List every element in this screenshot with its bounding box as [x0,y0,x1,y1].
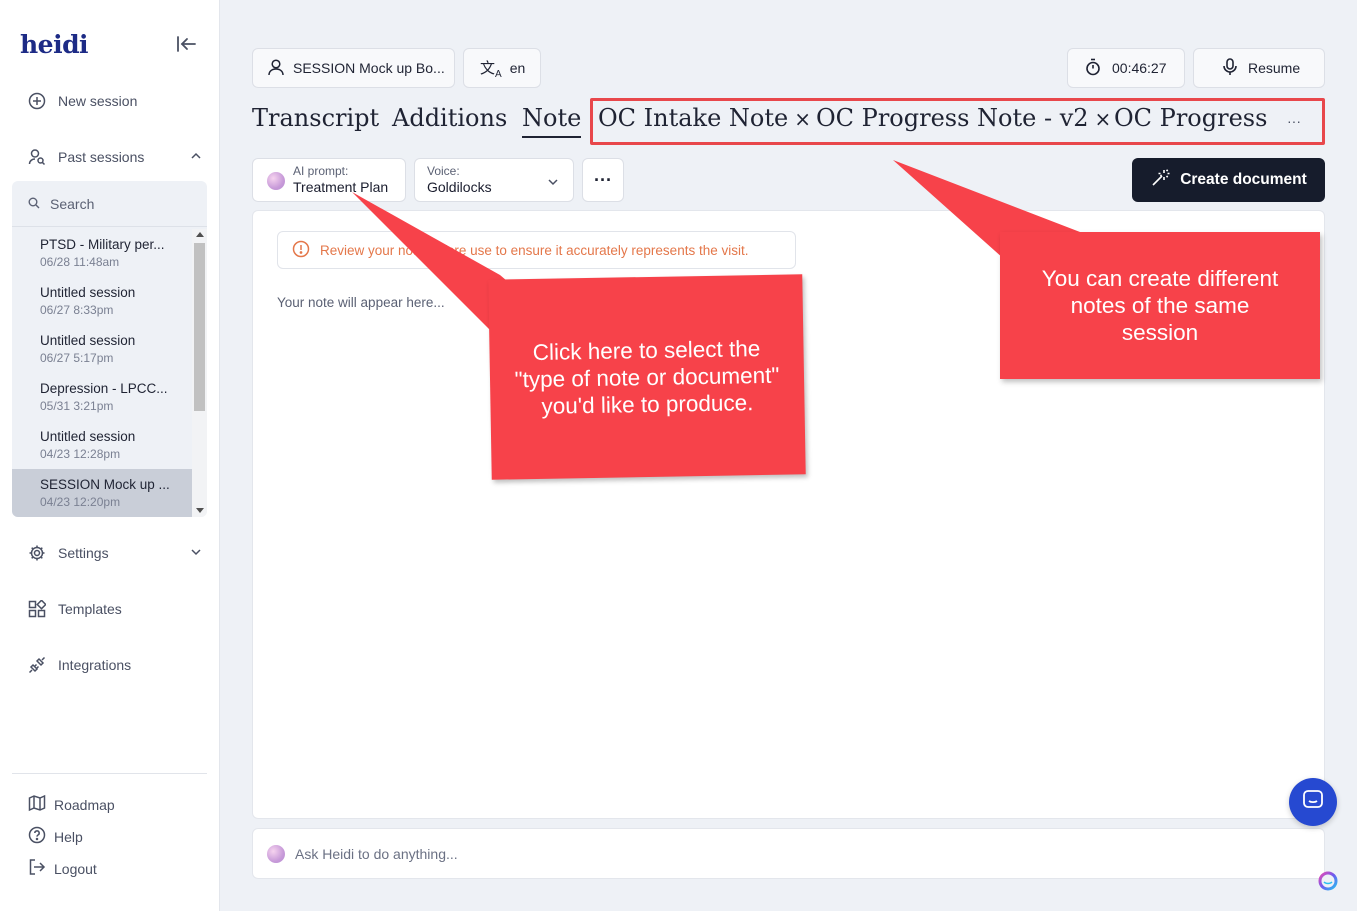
timer-display: 00:46:27 [1067,48,1185,88]
user-icon [267,58,285,79]
timer-value: 00:46:27 [1112,60,1167,76]
tabs-highlight-box [590,98,1325,145]
new-session-button[interactable]: New session [28,92,137,110]
new-session-label: New session [58,93,138,109]
session-title: Untitled session [40,429,136,444]
integrations-link[interactable]: Integrations [28,656,131,674]
scroll-down-arrow-icon[interactable] [196,508,204,513]
templates-link[interactable]: Templates [28,600,122,618]
heidi-logo[interactable]: heidi [20,30,89,59]
session-name-button[interactable]: SESSION Mock up Bo... [252,48,455,88]
review-warning: Review your note before use to ensure it… [277,231,796,269]
magic-wand-icon [1150,168,1170,193]
sidebar: heidi New session Past sessions Search P… [0,0,220,911]
logout-icon [28,858,46,879]
session-list-scrollbar[interactable] [192,229,207,517]
note-placeholder[interactable]: Your note will appear here... [277,295,445,310]
session-search-input[interactable]: Search [12,181,207,227]
session-date: 04/23 12:20pm [40,495,121,509]
ask-heidi-input[interactable]: Ask Heidi to do anything... [252,828,1325,879]
session-title: SESSION Mock up ... [40,477,170,492]
past-sessions-toggle[interactable]: Past sessions [28,148,201,166]
integrations-label: Integrations [58,657,132,673]
session-title: Depression - LPCC... [40,381,168,396]
resume-label: Resume [1248,60,1301,76]
session-title: Untitled session [40,285,136,300]
session-item[interactable]: Untitled session 06/27 5:17pm [12,325,192,373]
chevron-down-icon [547,175,559,193]
create-document-button[interactable]: Create document [1132,158,1325,202]
voice-selector[interactable]: Voice: Goldilocks [414,158,574,202]
roadmap-link[interactable]: Roadmap [28,794,115,815]
search-icon [28,196,40,212]
voice-label: Voice: [427,164,460,178]
logout-label: Logout [54,860,97,877]
scrollbar-thumb[interactable] [194,243,205,411]
session-date: 06/28 11:48am [40,255,120,269]
stopwatch-icon [1084,58,1102,79]
warning-text: Review your note before use to ensure it… [320,242,749,258]
session-item[interactable]: Untitled session 06/27 8:33pm [12,277,192,325]
logout-link[interactable]: Logout [28,858,97,879]
voice-value: Goldilocks [427,179,492,195]
session-date: 05/31 3:21pm [40,399,114,413]
plug-icon [28,656,46,674]
past-sessions-label: Past sessions [58,149,145,165]
help-link[interactable]: Help [28,826,83,847]
language-button[interactable]: 文A en [463,48,541,88]
tab-note[interactable]: Note [522,104,582,138]
settings-toggle[interactable]: Settings [28,544,201,562]
past-sessions-list: Search PTSD - Military per... 06/28 11:4… [12,181,207,517]
chevron-up-icon [190,149,202,165]
session-date: 06/27 8:33pm [40,303,114,317]
chat-icon [1302,789,1324,816]
left-callout: Click here to select the "type of note o… [488,274,806,480]
templates-icon [28,600,46,618]
ai-orb-icon [267,172,285,190]
ai-orb-icon [267,845,285,863]
session-item[interactable]: Untitled session 04/23 12:28pm [12,421,192,469]
tab-additions[interactable]: Additions [392,104,507,132]
ask-placeholder: Ask Heidi to do anything... [295,846,458,862]
session-title: Untitled session [40,333,136,348]
scroll-up-arrow-icon[interactable] [196,232,204,237]
chat-support-button[interactable] [1289,778,1337,826]
translate-icon: 文A [480,59,502,80]
microphone-icon [1222,57,1238,79]
chevron-down-icon [190,545,202,561]
more-options-button[interactable]: ··· [582,158,624,202]
session-date: 04/23 12:28pm [40,447,121,461]
map-icon [28,794,46,815]
help-label: Help [54,828,83,845]
session-item[interactable]: PTSD - Military per... 06/28 11:48am [12,229,192,277]
session-title: PTSD - Military per... [40,237,165,252]
session-name: SESSION Mock up Bo... [293,60,445,76]
language-label: en [509,60,526,76]
gear-icon [28,544,46,562]
session-item[interactable]: Depression - LPCC... 05/31 3:21pm [12,373,192,421]
create-document-label: Create document [1180,171,1307,188]
plus-circle-icon [28,92,46,110]
ai-prompt-label: AI prompt: [293,164,349,178]
ai-prompt-selector[interactable]: AI prompt: Treatment Plan [252,158,406,202]
sidebar-divider [12,773,207,774]
session-item-active[interactable]: SESSION Mock up ... 04/23 12:20pm [12,469,192,517]
settings-label: Settings [58,545,109,561]
session-date: 06/27 5:17pm [40,351,114,365]
roadmap-label: Roadmap [54,796,115,813]
assistant-logo-icon[interactable] [1316,869,1340,893]
right-callout: You can create different notes of the sa… [1000,232,1320,379]
user-search-icon [28,148,46,166]
search-placeholder: Search [50,195,95,212]
ai-prompt-value: Treatment Plan [293,179,389,195]
templates-label: Templates [58,601,122,617]
tab-transcript[interactable]: Transcript [252,104,379,132]
resume-button[interactable]: Resume [1193,48,1325,88]
help-icon [28,826,46,847]
alert-circle-icon [292,240,310,261]
collapse-sidebar-icon[interactable] [174,32,198,56]
